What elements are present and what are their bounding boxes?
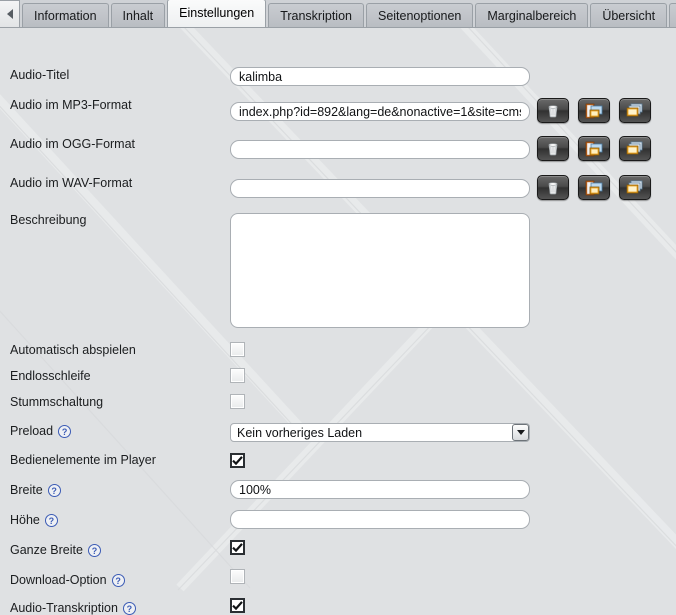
label-text: Audio im OGG-Format <box>10 137 136 151</box>
audio-mp3-gallery-button[interactable] <box>619 98 651 123</box>
width-input[interactable] <box>230 480 530 499</box>
audio-mp3-browse-button[interactable] <box>578 98 610 123</box>
tab-einstellungen[interactable]: Einstellungen <box>167 0 267 27</box>
audio-mp3-input[interactable] <box>230 102 530 121</box>
label-text: Höhe <box>10 513 40 527</box>
trash-bin-icon <box>548 181 558 194</box>
tab-label: Seitenoptionen <box>377 9 462 23</box>
full-width-label: Ganze Breite ? <box>10 543 101 557</box>
description-label: Beschreibung <box>10 213 86 227</box>
tab-seitenoptionen[interactable]: Seitenoptionen <box>365 3 474 27</box>
audio-title-label: Audio-Titel <box>10 68 69 82</box>
tab-label: Einstellungen <box>179 6 255 20</box>
trash-bin-icon <box>548 104 558 117</box>
tab-label: Marginalbereich <box>487 9 577 23</box>
audio-wav-label: Audio im WAV-Format <box>10 176 132 190</box>
tab-label: Übersicht <box>602 9 656 23</box>
label-text: Audio-Titel <box>10 68 70 82</box>
audio-title-input[interactable] <box>230 67 530 86</box>
media-gallery-icon <box>626 103 643 117</box>
autoplay-checkbox[interactable] <box>230 342 245 357</box>
audio-wav-browse-button[interactable] <box>578 175 610 200</box>
audio-ogg-label: Audio im OGG-Format <box>10 137 135 151</box>
label-text: Beschreibung <box>10 213 87 227</box>
height-input[interactable] <box>230 510 530 529</box>
label-text: Stummschaltung <box>10 395 104 409</box>
help-icon[interactable]: ? <box>87 543 101 557</box>
checkmark-icon <box>232 601 243 610</box>
audio-mp3-delete-button[interactable] <box>537 98 569 123</box>
label-text: Bedienelemente im Player <box>10 453 156 467</box>
tab-label: Inhalt <box>122 9 154 23</box>
tab-uebersicht[interactable]: Übersicht <box>590 3 668 27</box>
tab-label: Information <box>34 9 97 23</box>
tab-label: Transkription <box>280 9 352 23</box>
width-label: Breite ? <box>10 483 61 497</box>
help-icon[interactable]: ? <box>58 424 72 438</box>
checkmark-icon <box>232 456 243 465</box>
description-textarea[interactable] <box>230 213 530 328</box>
controls-checkbox[interactable] <box>230 453 245 468</box>
audio-transcription-label: Audio-Transkription ? <box>10 601 136 615</box>
triangle-left-icon <box>6 9 13 19</box>
media-gallery-icon <box>626 141 643 155</box>
download-option-checkbox[interactable] <box>230 569 245 584</box>
help-icon[interactable]: ? <box>122 601 136 615</box>
file-browser-icon <box>585 180 603 195</box>
label-text: Automatisch abspielen <box>10 343 136 357</box>
audio-ogg-delete-button[interactable] <box>537 136 569 161</box>
label-text: Preload <box>10 424 54 438</box>
audio-wav-input[interactable] <box>230 179 530 198</box>
mute-label: Stummschaltung <box>10 395 103 409</box>
download-option-label: Download-Option ? <box>10 573 125 587</box>
label-text: Audio im MP3-Format <box>10 98 132 112</box>
help-icon[interactable]: ? <box>111 573 125 587</box>
label-text: Audio im WAV-Format <box>10 176 133 190</box>
audio-ogg-browse-button[interactable] <box>578 136 610 161</box>
height-label: Höhe ? <box>10 513 58 527</box>
loop-label: Endlosschleife <box>10 369 91 383</box>
autoplay-label: Automatisch abspielen <box>10 343 136 357</box>
tab-scroll-left-button[interactable] <box>0 0 20 27</box>
file-browser-icon <box>585 103 603 118</box>
controls-label: Bedienelemente im Player <box>10 453 156 467</box>
preload-select[interactable]: Kein vorheriges Laden <box>230 423 530 442</box>
audio-wav-delete-button[interactable] <box>537 175 569 200</box>
media-gallery-icon <box>626 180 643 194</box>
full-width-checkbox[interactable] <box>230 540 245 555</box>
audio-mp3-label: Audio im MP3-Format <box>10 98 132 112</box>
mute-checkbox[interactable] <box>230 394 245 409</box>
file-browser-icon <box>585 141 603 156</box>
audio-ogg-input[interactable] <box>230 140 530 159</box>
label-text: Breite <box>10 483 43 497</box>
tab-marginalbereich[interactable]: Marginalbereich <box>475 3 589 27</box>
checkmark-icon <box>232 543 243 552</box>
help-icon[interactable]: ? <box>44 513 58 527</box>
audio-wav-gallery-button[interactable] <box>619 175 651 200</box>
label-text: Audio-Transkription <box>10 601 118 615</box>
loop-checkbox[interactable] <box>230 368 245 383</box>
trash-bin-icon <box>548 142 558 155</box>
audio-ogg-gallery-button[interactable] <box>619 136 651 161</box>
tab-lsf[interactable]: LSF <box>669 3 676 27</box>
label-text: Ganze Breite <box>10 543 83 557</box>
tab-information[interactable]: Information <box>22 3 109 27</box>
label-text: Endlosschleife <box>10 369 91 383</box>
tab-inhalt[interactable]: Inhalt <box>110 3 166 27</box>
help-icon[interactable]: ? <box>47 483 61 497</box>
tab-bar: Information Inhalt Einstellungen Transkr… <box>0 0 676 28</box>
audio-transcription-checkbox[interactable] <box>230 598 245 613</box>
label-text: Download-Option <box>10 573 107 587</box>
tab-transkription[interactable]: Transkription <box>268 3 364 27</box>
preload-label: Preload ? <box>10 424 72 438</box>
